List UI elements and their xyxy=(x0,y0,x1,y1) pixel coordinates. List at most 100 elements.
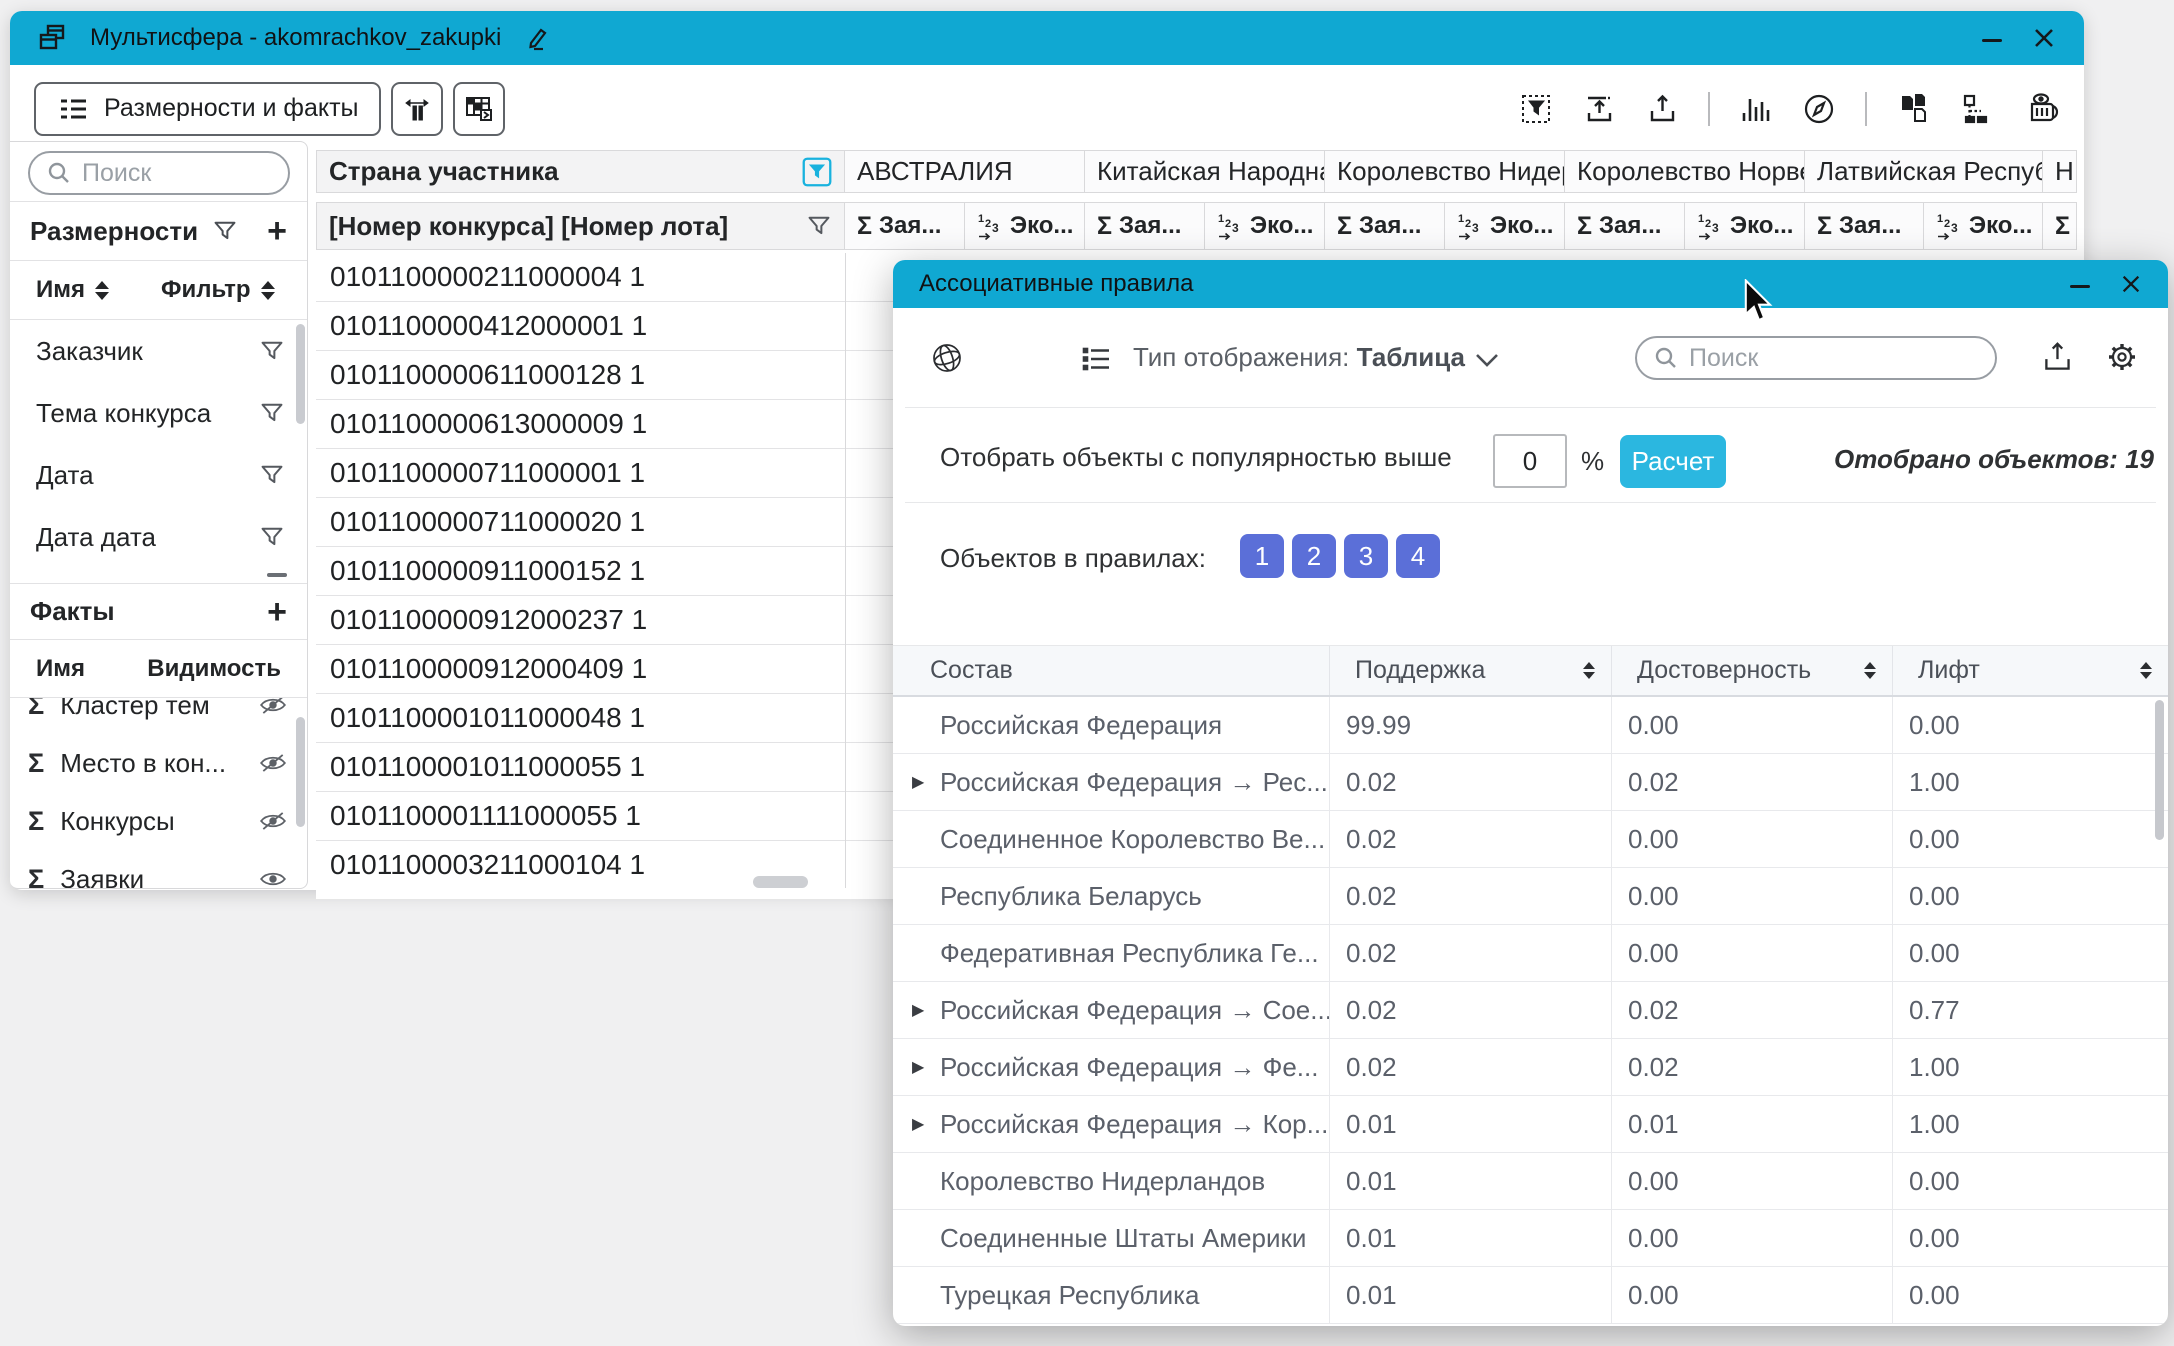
sort-name-icon[interactable] xyxy=(95,281,109,300)
grid-corner-header[interactable]: Страна участника xyxy=(316,150,845,193)
add-dimension-button[interactable]: + xyxy=(267,214,287,248)
dialog-minimize-button[interactable] xyxy=(2070,275,2090,293)
measure-header-number[interactable]: 123Эко... xyxy=(1924,202,2043,250)
dimensions-filter-icon[interactable] xyxy=(212,218,238,244)
eye-off-icon[interactable] xyxy=(259,698,287,715)
rule-confidence: 0.02 xyxy=(1612,1039,1893,1095)
chevron-down-icon[interactable] xyxy=(1474,352,1500,370)
fact-row[interactable]: ΣКластер тем xyxy=(10,698,307,734)
grid-row-key: 0101100000711000020 1 xyxy=(330,506,645,538)
watch-report-icon[interactable] xyxy=(2024,90,2064,128)
calculate-button[interactable]: Расчет xyxy=(1620,435,1726,488)
measure-header-number[interactable]: 123Эко... xyxy=(1445,202,1565,250)
rule-size-button-4[interactable]: 4 xyxy=(1396,534,1440,578)
add-fact-button[interactable]: + xyxy=(267,595,287,629)
measure-header-sum[interactable]: ΣЗая... xyxy=(1565,202,1685,250)
rule-row[interactable]: Российская Федерация → Сое...▶0.020.020.… xyxy=(893,982,2168,1039)
filter-report-icon[interactable] xyxy=(1519,91,1555,127)
rules-table-scrollbar[interactable] xyxy=(2155,700,2164,840)
grid-horizontal-scrollbar[interactable] xyxy=(753,876,808,888)
rename-pencil-icon[interactable] xyxy=(521,23,551,53)
filter-funnel-icon[interactable] xyxy=(259,338,285,364)
eye-icon[interactable] xyxy=(259,869,287,889)
measure-header-sum[interactable]: ΣЗая... xyxy=(1085,202,1205,250)
rule-row[interactable]: Российская Федерация → Рес...▶0.020.021.… xyxy=(893,754,2168,811)
measure-header-number[interactable]: 123Эко... xyxy=(965,202,1085,250)
country-header[interactable]: Н xyxy=(2043,150,2077,193)
active-filter-icon[interactable] xyxy=(802,157,832,187)
eye-off-icon[interactable] xyxy=(259,811,287,831)
expand-arrow-icon[interactable]: ▶ xyxy=(912,1000,924,1020)
filter-funnel-icon[interactable] xyxy=(259,524,285,550)
measure-header-sum[interactable]: Σ xyxy=(2043,202,2077,250)
sidebar-search-input[interactable]: Поиск xyxy=(28,151,290,195)
measure-header-number[interactable]: 123Эко... xyxy=(1685,202,1805,250)
fact-row[interactable]: ΣЗаявки xyxy=(10,850,307,889)
rule-row[interactable]: Турецкая Республика0.010.000.00 xyxy=(893,1267,2168,1324)
rule-row[interactable]: Федеративная Республика Ге...0.020.000.0… xyxy=(893,925,2168,982)
sort-filter-icon[interactable] xyxy=(261,281,275,300)
country-header[interactable]: Латвийская Респуб. xyxy=(1805,150,2043,193)
close-button[interactable] xyxy=(2032,26,2056,50)
minimize-button[interactable] xyxy=(1982,29,2002,47)
dialog-close-button[interactable] xyxy=(2120,273,2142,295)
filter-funnel-icon[interactable] xyxy=(259,462,285,488)
country-header[interactable]: Королевство Норве xyxy=(1565,150,1805,193)
dimensions-scrollbar[interactable] xyxy=(296,324,305,424)
rule-row[interactable]: Российская Федерация → Кор...▶0.010.011.… xyxy=(893,1096,2168,1153)
sphere-icon[interactable] xyxy=(927,338,967,378)
measure-header-sum[interactable]: ΣЗая... xyxy=(1805,202,1924,250)
facts-scrollbar[interactable] xyxy=(296,717,305,827)
rule-row[interactable]: Республика Беларусь0.020.000.00 xyxy=(893,868,2168,925)
dimension-row[interactable]: Тема конкурса xyxy=(10,382,307,444)
sort-icon[interactable] xyxy=(1583,662,1595,679)
dialog-settings-icon[interactable] xyxy=(2101,336,2143,378)
dialog-titlebar[interactable]: Ассоциативные правила xyxy=(893,260,2168,308)
dialog-search-input[interactable]: Поиск xyxy=(1635,336,1997,380)
fact-row[interactable]: ΣМесто в кон... xyxy=(10,734,307,792)
measure-header-number[interactable]: 123Эко... xyxy=(1205,202,1325,250)
table-layout-button[interactable] xyxy=(453,82,505,136)
filter-funnel-icon[interactable] xyxy=(806,213,832,239)
rules-column-header[interactable]: Поддержка xyxy=(1330,646,1612,695)
rule-row[interactable]: Соединенное Королевство Ве...0.020.000.0… xyxy=(893,811,2168,868)
sort-icon[interactable] xyxy=(1864,662,1876,679)
eye-off-icon[interactable] xyxy=(259,753,287,773)
country-header[interactable]: АВСТРАЛИЯ xyxy=(845,150,1085,193)
dimension-row[interactable]: Дата xyxy=(10,444,307,506)
dimensions-facts-button[interactable]: Размерности и факты xyxy=(34,82,381,136)
dimension-row[interactable]: Заказчик xyxy=(10,320,307,382)
country-header[interactable]: Китайская Народна xyxy=(1085,150,1325,193)
rule-row[interactable]: Российская Федерация → Фе...▶0.020.021.0… xyxy=(893,1039,2168,1096)
rules-column-header[interactable]: Лифт xyxy=(1893,646,2168,695)
rule-row[interactable]: Соединенные Штаты Америки0.010.000.00 xyxy=(893,1210,2168,1267)
fact-row[interactable]: ΣКонкурсы xyxy=(10,792,307,850)
rule-size-button-3[interactable]: 3 xyxy=(1344,534,1388,578)
rule-size-button-2[interactable]: 2 xyxy=(1292,534,1336,578)
rule-row[interactable]: Королевство Нидерландов0.010.000.00 xyxy=(893,1153,2168,1210)
popularity-input[interactable]: 0 xyxy=(1493,434,1567,488)
export-icon[interactable] xyxy=(1645,91,1681,127)
rule-row[interactable]: Российская Федерация99.990.000.00 xyxy=(893,697,2168,754)
display-type-label[interactable]: Тип отображения: Таблица xyxy=(1133,342,1465,373)
sort-icon[interactable] xyxy=(2140,662,2152,679)
measure-header-sum[interactable]: ΣЗая... xyxy=(1325,202,1445,250)
dimension-row[interactable]: Дата дата xyxy=(10,506,307,568)
rules-column-header[interactable]: Достоверность xyxy=(1612,646,1893,695)
rule-size-button-1[interactable]: 1 xyxy=(1240,534,1284,578)
column-width-button[interactable] xyxy=(391,82,443,136)
country-header[interactable]: Королевство Нидер xyxy=(1325,150,1565,193)
col-filter-label: Фильтр xyxy=(161,276,251,304)
dialog-export-icon[interactable] xyxy=(2039,338,2077,376)
expand-arrow-icon[interactable]: ▶ xyxy=(912,772,924,792)
grid-row-dimension-header[interactable]: [Номер конкурса] [Номер лота] xyxy=(316,202,845,250)
copy-documents-icon[interactable] xyxy=(1894,90,1932,128)
expand-arrow-icon[interactable]: ▶ xyxy=(912,1114,924,1134)
chart-icon[interactable] xyxy=(1737,91,1773,127)
hierarchy-icon[interactable] xyxy=(1959,90,1997,128)
import-icon[interactable] xyxy=(1582,91,1618,127)
measure-header-sum[interactable]: ΣЗая... xyxy=(845,202,965,250)
compass-icon[interactable] xyxy=(1800,90,1838,128)
expand-arrow-icon[interactable]: ▶ xyxy=(912,1057,924,1077)
filter-funnel-icon[interactable] xyxy=(259,400,285,426)
